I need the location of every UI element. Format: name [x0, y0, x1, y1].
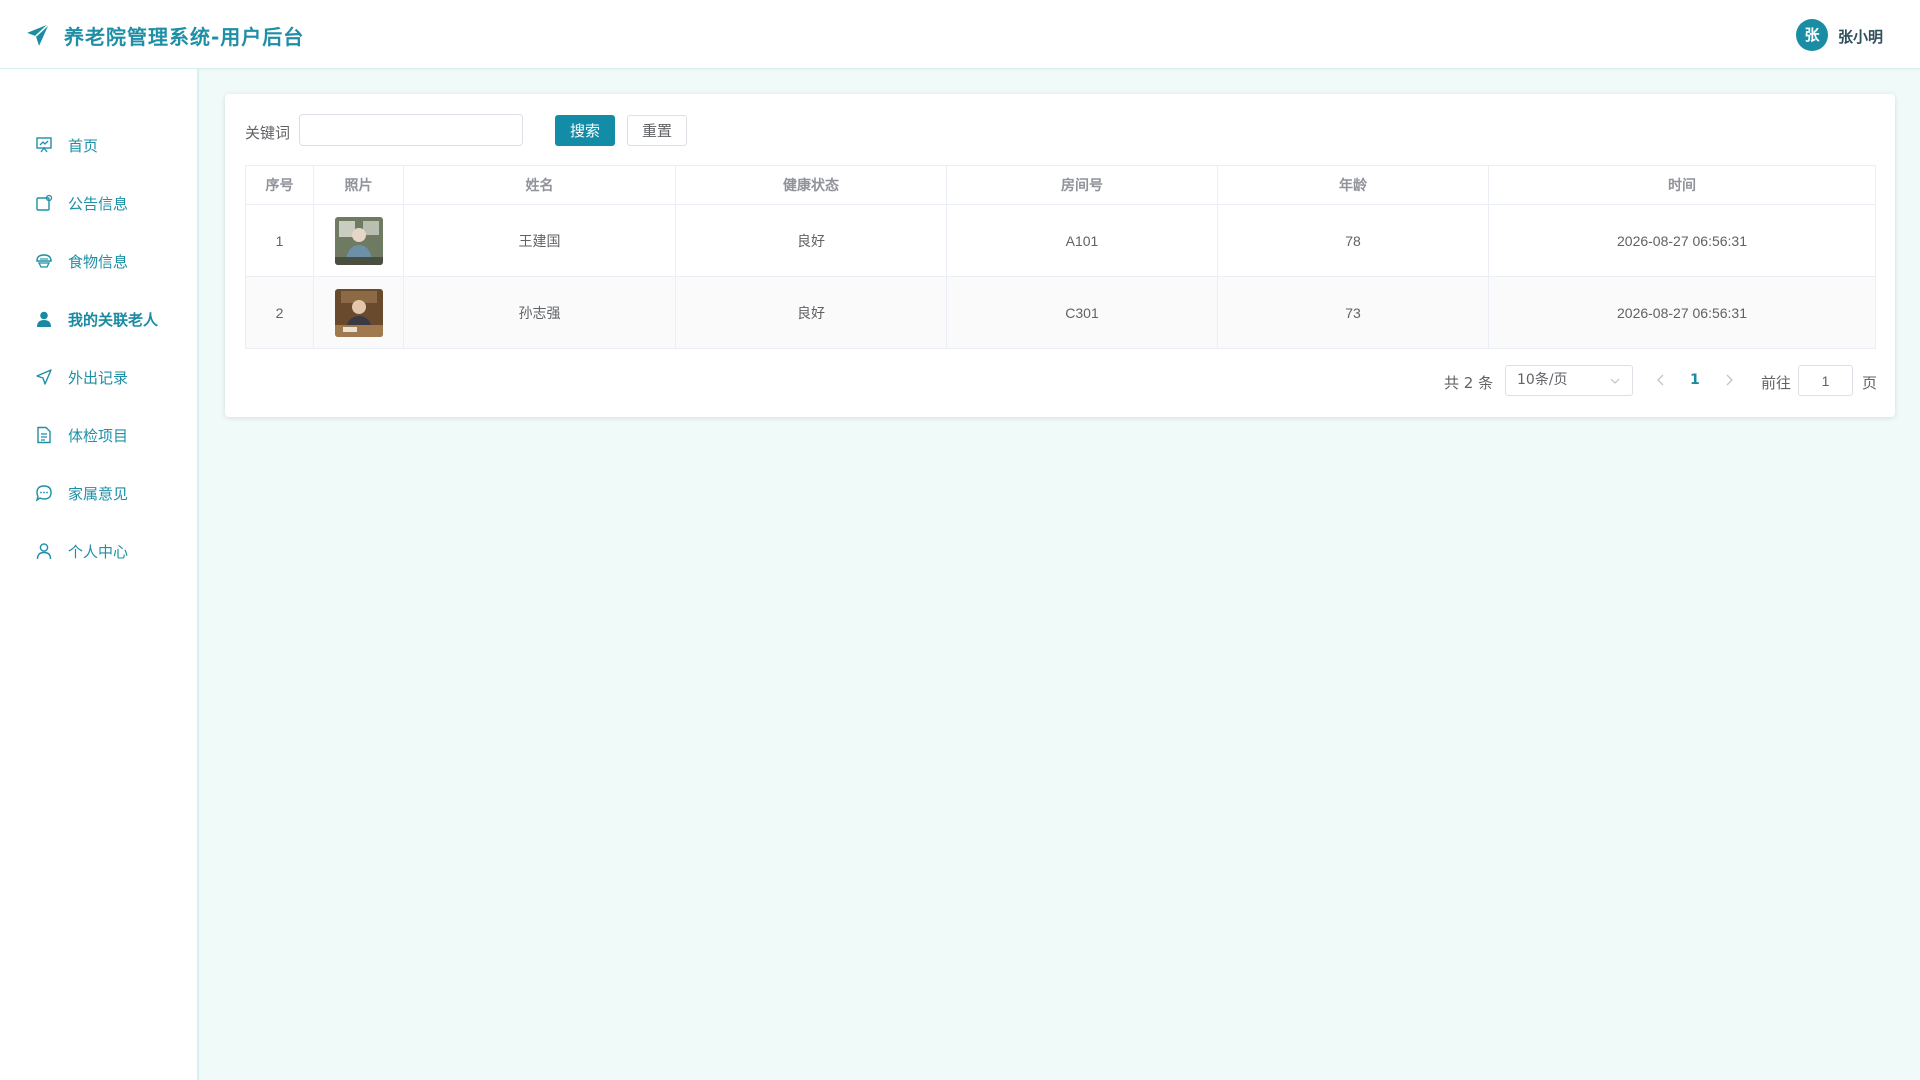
- table-row[interactable]: 2 孙志强 良好 C301 73 2026-08-27 06:56:31: [245, 276, 1876, 349]
- elderly-photo[interactable]: [334, 288, 383, 337]
- sidebar-item-label: 食物信息: [68, 253, 129, 271]
- cell-time: 2026-08-27 06:56:31: [1488, 276, 1876, 349]
- cell-age: 78: [1217, 204, 1489, 277]
- user-filled-icon: [37, 311, 51, 327]
- chevron-down-icon: [1610, 378, 1620, 384]
- cell-room: A101: [946, 204, 1218, 277]
- cell-time: 2026-08-27 06:56:31: [1488, 204, 1876, 277]
- elderly-man-photo-icon: [334, 288, 383, 337]
- cell-name: 王建国: [403, 204, 676, 277]
- send-icon: [36, 369, 52, 385]
- page-suffix: 页: [1862, 374, 1878, 392]
- column-header[interactable]: 健康状态: [675, 165, 947, 205]
- sidebar-item-food[interactable]: 食物信息: [0, 232, 197, 290]
- reset-button[interactable]: 重置: [627, 115, 687, 146]
- table-header-row: 序号 照片 姓名 健康状态 房间号 年龄 时间: [245, 165, 1876, 205]
- sidebar-item-home[interactable]: 首页: [0, 116, 197, 174]
- cell-index: 1: [245, 204, 314, 277]
- page-size-select[interactable]: 10条/页: [1505, 365, 1633, 396]
- cell-photo: [313, 276, 404, 349]
- table-row[interactable]: 1 王建国 良好 A101 78 2026-08-27 06:56:31: [245, 204, 1876, 277]
- elderly-photo[interactable]: [334, 216, 383, 265]
- column-header[interactable]: 年龄: [1217, 165, 1489, 205]
- cell-index: 2: [245, 276, 314, 349]
- cell-photo: [313, 204, 404, 277]
- sidebar-item-label: 家属意见: [68, 485, 129, 503]
- main-card: 关键词 搜索 重置 序号 照片 姓名 健康状态 房间号 年龄 时间 1 王建国 …: [225, 94, 1895, 417]
- app-title: 养老院管理系统-用户后台: [64, 25, 305, 49]
- sidebar-item-notices[interactable]: 公告信息: [0, 174, 197, 232]
- elderly-man-photo-icon: [334, 216, 383, 265]
- keyword-label: 关键词: [245, 124, 291, 142]
- goto-label: 前往: [1761, 374, 1792, 392]
- paper-plane-icon: [27, 23, 50, 46]
- page-size-value: 10条/页: [1517, 372, 1568, 388]
- monitor-icon: [36, 137, 52, 153]
- search-button[interactable]: 搜索: [555, 115, 615, 146]
- pagination-total: 共 2 条: [1444, 374, 1494, 392]
- sidebar-item-label: 首页: [68, 137, 99, 155]
- chat-icon: [35, 485, 52, 502]
- cell-health: 良好: [675, 276, 947, 349]
- column-header[interactable]: 姓名: [403, 165, 676, 205]
- top-header: 养老院管理系统-用户后台 张 张小明: [0, 0, 1920, 69]
- sidebar-item-outings[interactable]: 外出记录: [0, 348, 197, 406]
- goto-page-input[interactable]: [1798, 365, 1853, 396]
- column-header[interactable]: 时间: [1488, 165, 1876, 205]
- sidebar-item-feedback[interactable]: 家属意见: [0, 464, 197, 522]
- column-header[interactable]: 房间号: [946, 165, 1218, 205]
- sidebar-item-label: 公告信息: [68, 195, 129, 213]
- cell-name: 孙志强: [403, 276, 676, 349]
- elderly-table: 序号 照片 姓名 健康状态 房间号 年龄 时间 1 王建国 良好 A101 78…: [245, 165, 1876, 349]
- document-icon: [37, 426, 51, 444]
- sidebar-item-profile[interactable]: 个人中心: [0, 522, 197, 580]
- notice-icon: [36, 194, 53, 211]
- sidebar-item-my-elderly[interactable]: 我的关联老人: [0, 290, 197, 348]
- column-header[interactable]: 照片: [313, 165, 404, 205]
- sidebar-item-label: 体检项目: [68, 427, 129, 445]
- sidebar-item-label: 外出记录: [68, 369, 129, 387]
- username[interactable]: 张小明: [1838, 26, 1883, 47]
- cell-health: 良好: [675, 204, 947, 277]
- pagination: 共 2 条 10条/页 1 前往 页: [225, 365, 1895, 397]
- keyword-input[interactable]: [299, 114, 523, 146]
- sidebar-item-checkups[interactable]: 体检项目: [0, 406, 197, 464]
- column-header[interactable]: 序号: [245, 165, 314, 205]
- page-number-current[interactable]: 1: [1690, 372, 1700, 388]
- avatar[interactable]: 张: [1796, 19, 1828, 51]
- prev-page-icon[interactable]: [1656, 374, 1666, 386]
- sidebar: 首页 公告信息 食物信息 我的关联老人 外出记录 体检项目 家属意见 个人中心: [0, 69, 199, 1080]
- cell-room: C301: [946, 276, 1218, 349]
- sidebar-item-label: 我的关联老人: [68, 311, 159, 329]
- user-icon: [36, 543, 52, 560]
- cell-age: 73: [1217, 276, 1489, 349]
- sidebar-item-label: 个人中心: [68, 543, 129, 561]
- food-icon: [36, 254, 52, 268]
- next-page-icon[interactable]: [1724, 374, 1734, 386]
